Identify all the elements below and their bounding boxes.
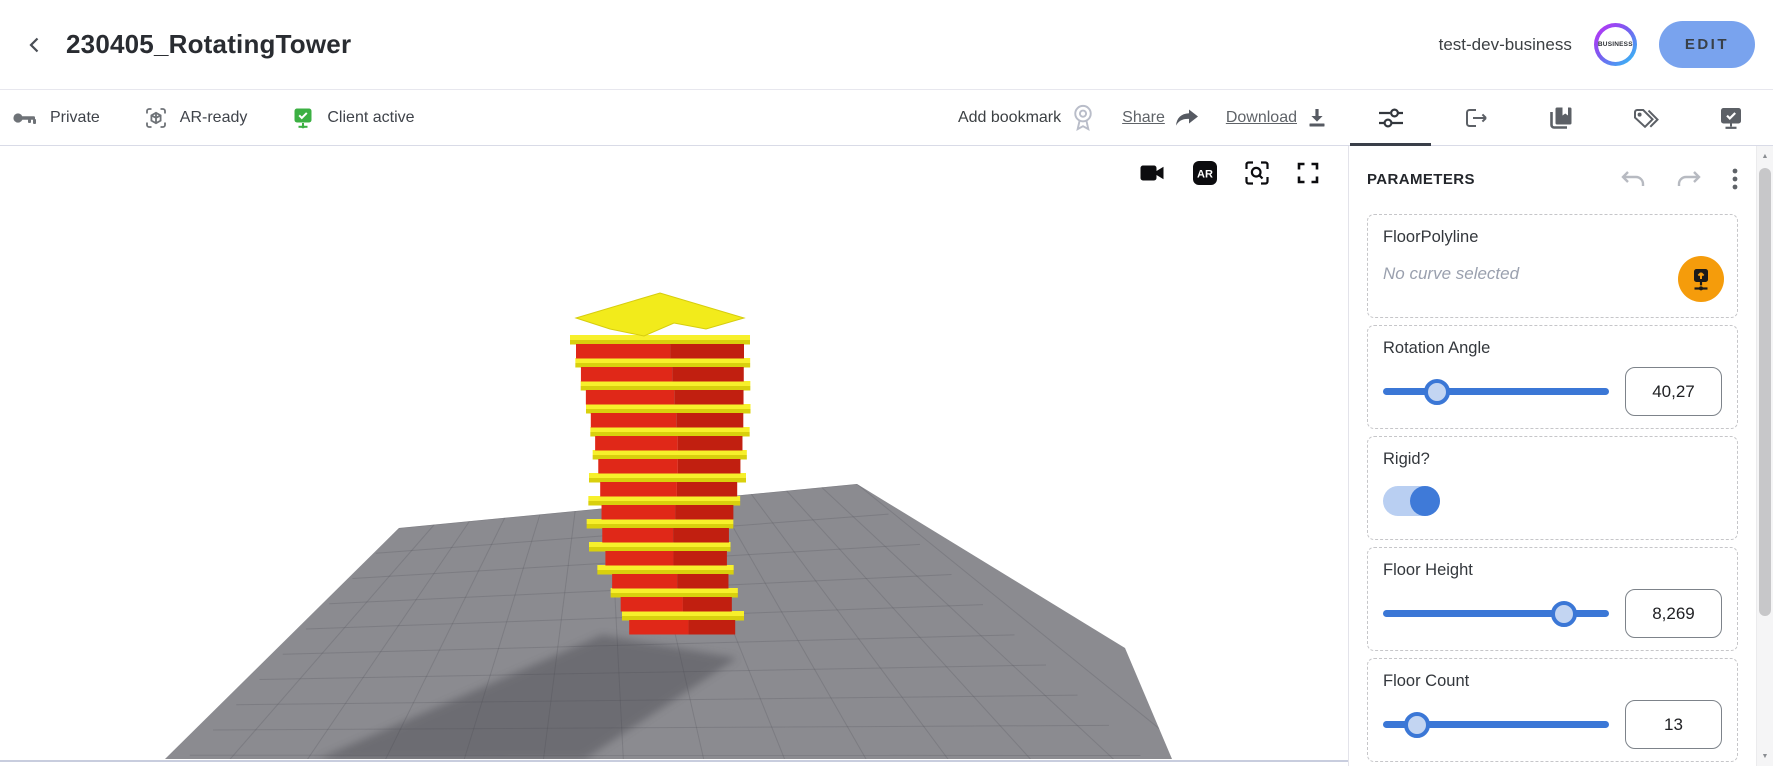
share-arrow-icon: [1174, 107, 1200, 129]
slider-track: [1383, 388, 1609, 395]
add-bookmark-label: Add bookmark: [958, 109, 1061, 127]
scroll-thumb[interactable]: [1759, 168, 1771, 616]
param-card-floorpolyline: FloorPolyline No curve selected: [1367, 214, 1738, 318]
share-link[interactable]: Share: [1122, 107, 1200, 129]
toggle-knob: [1410, 486, 1440, 516]
app-window: 230405_RotatingTower test-dev-business B…: [0, 0, 1773, 766]
page-title: 230405_RotatingTower: [66, 29, 351, 60]
ar-badge-icon[interactable]: AR: [1192, 160, 1218, 186]
viewport-3d[interactable]: AR: [0, 146, 1348, 762]
param-label: Rotation Angle: [1383, 339, 1722, 358]
account-name: test-dev-business: [1439, 35, 1572, 55]
back-button[interactable]: [18, 28, 52, 62]
share-label: Share: [1122, 109, 1165, 127]
screen-check-icon: [1718, 105, 1744, 131]
panel-scrollbar[interactable]: ▲ ▼: [1756, 146, 1773, 766]
panel-tabs: [1348, 90, 1773, 145]
key-icon: [12, 109, 38, 127]
parameters-panel: PARAMETERS FloorPolyline No curve selecte…: [1348, 146, 1756, 766]
visibility-status: Private: [12, 109, 100, 127]
param-card-floor-height: Floor Height 8,269: [1367, 547, 1738, 651]
slider-thumb[interactable]: [1551, 601, 1577, 627]
visibility-label: Private: [50, 109, 100, 127]
download-label: Download: [1226, 109, 1297, 127]
tab-export[interactable]: [1433, 90, 1518, 145]
param-label: Floor Count: [1383, 672, 1722, 691]
download-link[interactable]: Download: [1226, 107, 1328, 129]
param-card-rigid: Rigid?: [1367, 436, 1738, 540]
param-value-floor-count[interactable]: 13: [1625, 700, 1722, 749]
redo-icon[interactable]: [1676, 169, 1702, 189]
param-card-floor-count: Floor Count 13: [1367, 658, 1738, 762]
business-badge-label: BUSINESS: [1598, 27, 1633, 62]
tab-saved-library[interactable]: [1518, 90, 1603, 145]
client-active-label: Client active: [327, 109, 414, 127]
parameter-cards: FloorPolyline No curve selected Rotation A…: [1367, 214, 1738, 762]
undo-icon[interactable]: [1620, 169, 1646, 189]
export-icon: [1463, 106, 1489, 130]
tags-icon: [1632, 106, 1660, 130]
svg-text:AR: AR: [1197, 169, 1213, 181]
ar-ready-label: AR-ready: [180, 109, 248, 127]
video-camera-icon[interactable]: [1138, 162, 1166, 184]
slider-thumb[interactable]: [1424, 379, 1450, 405]
panel-title: PARAMETERS: [1367, 171, 1475, 188]
ar-box-icon: [144, 106, 168, 130]
param-slider-rotation-angle[interactable]: [1383, 376, 1609, 407]
param-slider-floor-height[interactable]: [1383, 598, 1609, 629]
param-value-floor-height[interactable]: 8,269: [1625, 589, 1722, 638]
edit-button[interactable]: EDIT: [1659, 21, 1755, 68]
download-icon: [1306, 107, 1328, 129]
curve-status-text: No curve selected: [1383, 264, 1722, 284]
tune-sliders-icon: [1377, 106, 1405, 130]
scroll-down-arrow[interactable]: ▼: [1757, 748, 1773, 764]
client-active-icon: [291, 106, 315, 130]
client-active-status: Client active: [291, 106, 414, 130]
tab-tags[interactable]: [1603, 90, 1688, 145]
zoom-extents-icon[interactable]: [1244, 160, 1270, 186]
param-label: Floor Height: [1383, 561, 1722, 580]
tab-parameters[interactable]: [1348, 90, 1433, 145]
param-label: FloorPolyline: [1383, 228, 1722, 247]
viewport-toolbar: AR: [1138, 160, 1320, 186]
add-bookmark-button[interactable]: Add bookmark: [958, 103, 1096, 132]
select-curve-button[interactable]: [1678, 256, 1724, 302]
param-label: Rigid?: [1383, 450, 1722, 469]
scene-canvas: [0, 146, 1348, 760]
param-toggle-rigid[interactable]: [1383, 486, 1440, 516]
slider-thumb[interactable]: [1404, 712, 1430, 738]
toolbar: Private AR-ready Client active Add bookm…: [0, 90, 1773, 146]
ar-ready-status: AR-ready: [144, 106, 248, 130]
kebab-menu-icon[interactable]: [1732, 167, 1738, 191]
fullscreen-icon[interactable]: [1296, 161, 1320, 185]
header: 230405_RotatingTower test-dev-business B…: [0, 0, 1773, 90]
chevron-left-icon: [24, 34, 46, 56]
tab-screen-check[interactable]: [1688, 90, 1773, 145]
param-value-rotation-angle[interactable]: 40,27: [1625, 367, 1722, 416]
param-slider-floor-count[interactable]: [1383, 709, 1609, 740]
business-badge[interactable]: BUSINESS: [1594, 23, 1637, 66]
medal-icon: [1070, 103, 1096, 132]
param-card-rotation-angle: Rotation Angle 40,27: [1367, 325, 1738, 429]
scroll-up-arrow[interactable]: ▲: [1757, 148, 1773, 164]
saved-library-icon: [1548, 105, 1574, 131]
